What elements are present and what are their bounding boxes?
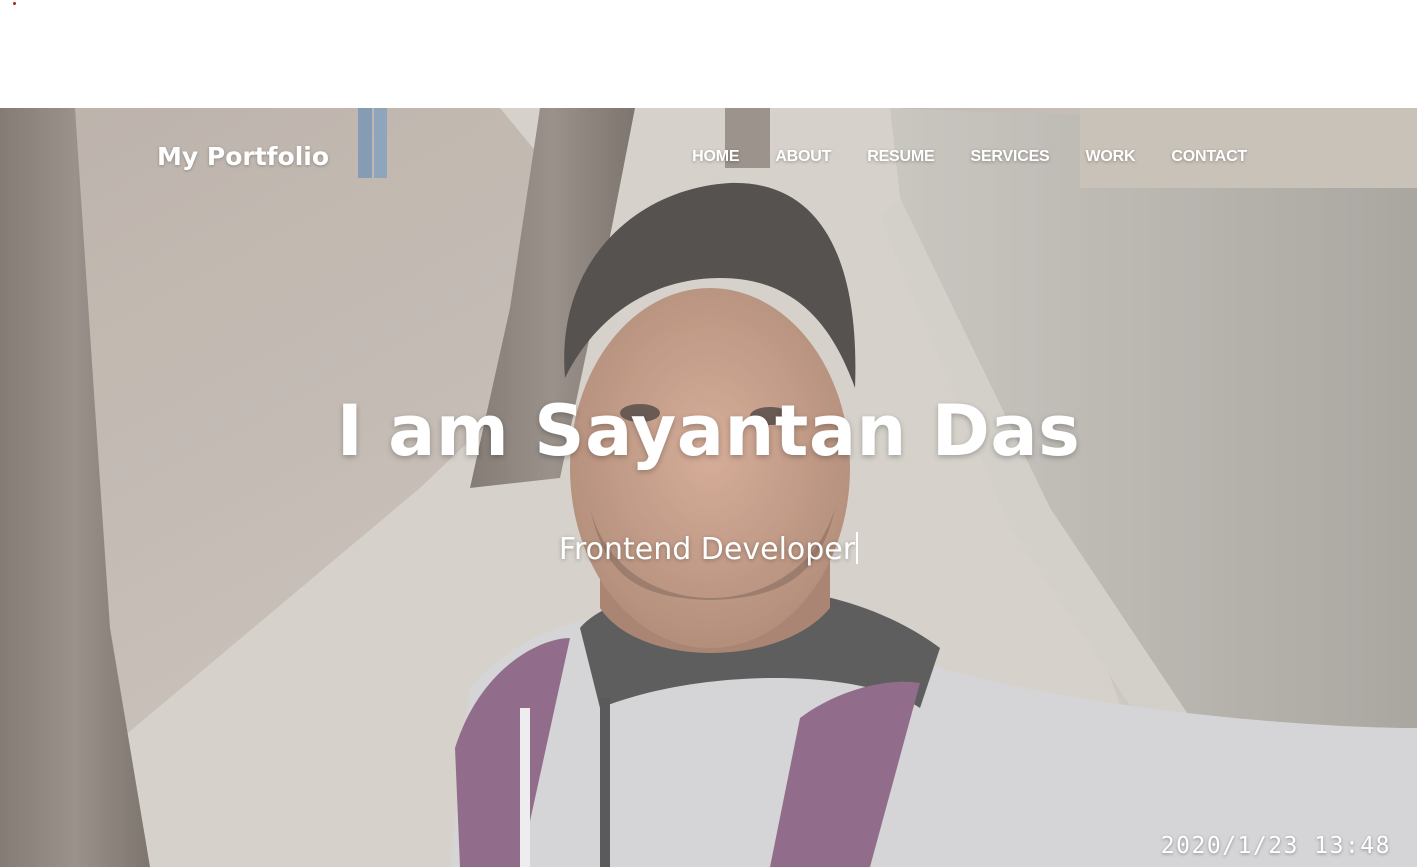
nav-item-services: SERVICES (952, 148, 1067, 166)
top-dot (13, 2, 16, 5)
hero-section: My Portfolio HOME ABOUT RESUME SERVICES … (0, 108, 1417, 867)
nav-item-work: WORK (1068, 148, 1154, 166)
main-nav: HOME ABOUT RESUME SERVICES WORK CONTACT (674, 148, 1247, 166)
nav-item-contact: CONTACT (1153, 148, 1247, 166)
hero-subheadline: Frontend Developer (0, 532, 1417, 567)
nav-item-home: HOME (674, 148, 757, 166)
hero-headline: I am Sayantan Das (336, 390, 1081, 472)
hero-overlay (0, 108, 1417, 867)
nav-link-resume[interactable]: RESUME (849, 148, 952, 166)
nav-link-contact[interactable]: CONTACT (1153, 148, 1247, 166)
nav-link-services[interactable]: SERVICES (952, 148, 1067, 166)
nav-item-about: ABOUT (757, 148, 849, 166)
nav-link-home[interactable]: HOME (674, 148, 757, 166)
nav-item-resume: RESUME (849, 148, 952, 166)
nav-link-about[interactable]: ABOUT (757, 148, 849, 166)
photo-timestamp: 2020/1/23 13:48 (1160, 833, 1391, 859)
brand-logo-link[interactable]: My Portfolio (157, 142, 329, 171)
nav-link-work[interactable]: WORK (1068, 148, 1154, 166)
hero-subheadline-text: Frontend Developer (558, 532, 856, 567)
typing-caret (856, 532, 859, 564)
